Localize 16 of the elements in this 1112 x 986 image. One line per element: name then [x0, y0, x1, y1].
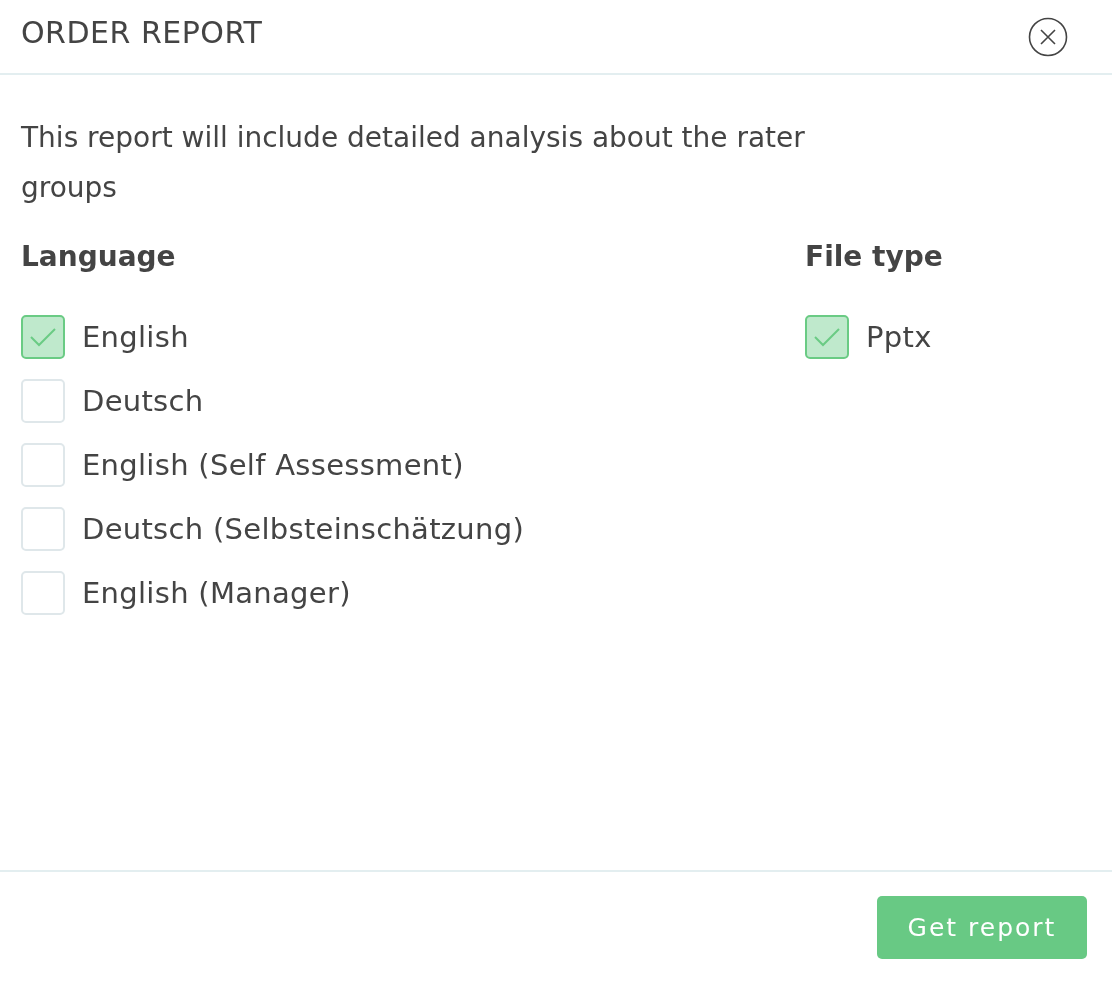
section-heading: Language	[21, 239, 177, 275]
check-icon	[813, 327, 841, 347]
close-button[interactable]	[1028, 16, 1068, 57]
description: This report will include detailed analysis about the rater groups	[21, 120, 806, 206]
option-label: English	[82, 320, 189, 354]
checkbox[interactable]	[21, 315, 65, 359]
get-report-button[interactable]: Get report	[877, 895, 1087, 959]
option-label: Pptx	[866, 320, 932, 354]
checkbox[interactable]	[805, 315, 849, 359]
option-label: English (Self Assessment)	[82, 448, 464, 482]
check-icon	[29, 327, 57, 347]
option-label: Deutsch	[82, 384, 204, 418]
section-heading: File type	[805, 239, 944, 275]
option-label: Deutsch (Selbsteinschätzung)	[82, 512, 525, 546]
dialog-title: ORDER REPORT	[21, 15, 263, 50]
option-label: English (Manager)	[82, 576, 351, 610]
